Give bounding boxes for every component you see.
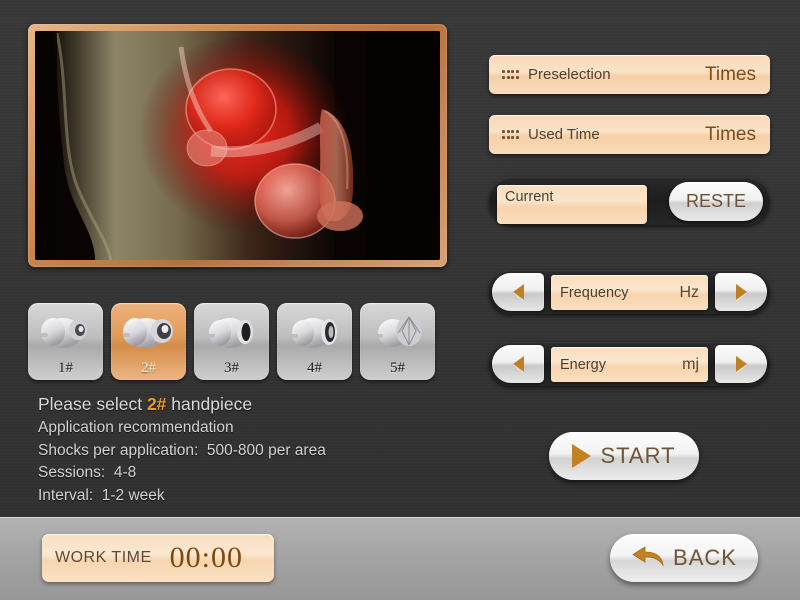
handpiece-option-2[interactable]: 2# [111,303,186,380]
triangle-right-icon [735,284,747,300]
handpiece-prompt: Please select 2# handpiece [38,392,448,417]
handpiece-label: 2# [141,360,156,376]
start-button[interactable]: START [549,432,699,480]
reset-button[interactable]: RESTE [669,182,763,221]
anatomy-illustration [35,31,440,260]
handpiece-icon [286,309,344,355]
start-label: START [600,443,676,468]
recommendation-heading: Application recommendation [38,419,234,436]
handpiece-label: 1# [58,360,73,376]
treatment-image [35,31,440,260]
recommendation-panel: Please select 2# handpiece Application r… [38,392,448,507]
preselection-field[interactable]: Preselection Times [489,55,770,94]
treatment-image-frame [28,24,447,267]
energy-decrease-button[interactable] [492,345,544,383]
handpiece-label: 5# [390,360,405,376]
triangle-right-icon [735,356,747,372]
used-time-field[interactable]: Used Time Times [489,115,770,154]
energy-increase-button[interactable] [715,345,767,383]
handpiece-selector[interactable]: 1# 2# 3# 4# 5# [28,303,435,380]
frequency-decrease-button[interactable] [492,273,544,311]
frequency-value-field[interactable]: Frequency Hz [551,275,708,310]
triangle-left-icon [512,284,524,300]
shocks-row: Shocks per application: 500-800 per area [38,440,448,463]
frequency-unit: Hz [679,283,699,301]
sessions-label: Sessions: [38,464,106,481]
energy-unit: mj [682,355,699,373]
frequency-stepper: Frequency Hz [489,270,770,314]
preselection-unit: Times [704,63,756,85]
preselection-label: Preselection [528,66,611,83]
work-time-label: WORK TIME [55,549,152,566]
prompt-highlight: 2# [146,394,167,414]
app-root: 1# 2# 3# 4# 5# Please select 2# handpiec… [0,0,800,600]
work-time-value: 00:00 [169,541,243,574]
handpiece-icon [120,309,178,355]
interval-label: Interval: [38,486,94,504]
sessions-row: Sessions: 4-8 [38,462,448,485]
back-button[interactable]: BACK [610,534,758,582]
back-label: BACK [673,545,737,570]
handpiece-label: 4# [307,360,322,376]
used-time-unit: Times [704,123,756,145]
play-triangle-icon [572,444,592,468]
handpiece-icon [369,309,427,355]
used-time-label: Used Time [528,126,600,143]
handpiece-icon [203,309,261,355]
frequency-increase-button[interactable] [715,273,767,311]
energy-stepper: Energy mj [489,342,770,386]
shocks-label: Shocks per application: [38,441,199,459]
prompt-suffix: handpiece [166,394,253,414]
handpiece-label: 3# [224,360,239,376]
interval-row: Interval: 1-2 week [38,485,448,508]
current-row: Current RESTE [489,177,770,225]
dot-grid-icon [502,129,519,140]
interval-value: 1-2 week [101,486,165,504]
frequency-label: Frequency [560,284,629,301]
handpiece-option-4[interactable]: 4# [277,303,352,380]
dot-grid-icon [502,69,519,80]
prompt-prefix: Please select [38,394,147,414]
work-time-display: WORK TIME 00:00 [42,534,274,582]
arrow-left-icon [631,544,665,573]
shocks-value: 500-800 per area [206,441,326,459]
sessions-value: 4-8 [113,464,137,481]
handpiece-option-3[interactable]: 3# [194,303,269,380]
energy-label: Energy [560,356,606,373]
triangle-left-icon [512,356,524,372]
energy-value-field[interactable]: Energy mj [551,347,708,382]
handpiece-icon [37,309,95,355]
handpiece-option-5[interactable]: 5# [360,303,435,380]
handpiece-option-1[interactable]: 1# [28,303,103,380]
current-input[interactable]: Current [497,185,647,224]
